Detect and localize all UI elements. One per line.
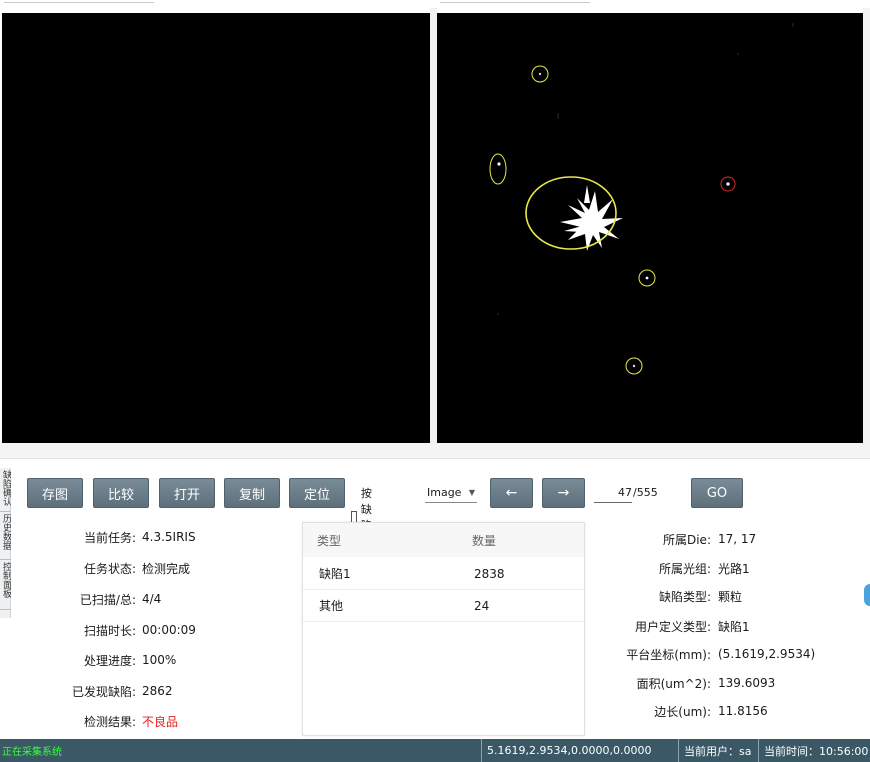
task-info-label: 已发现缺陷: <box>71 684 136 699</box>
detail-label: 所属Die: <box>662 532 711 547</box>
detail-label: 所属光组: <box>658 561 711 576</box>
viewer-bottom-strip <box>0 443 870 459</box>
go-button[interactable]: GO <box>691 478 743 508</box>
detail-row: 面积(um^2): 139.6093 <box>585 673 865 693</box>
table-row[interactable]: 缺陷1 2838 <box>303 558 584 590</box>
task-info-row: 已扫描/总: 4/4 <box>10 589 300 609</box>
task-info-label: 处理进度: <box>83 653 136 668</box>
task-info-label: 检测结果: <box>83 714 136 729</box>
defect-image-canvas <box>437 13 863 443</box>
task-info-value: 检测完成 <box>142 561 191 576</box>
table-row[interactable]: 其他 24 <box>303 590 584 622</box>
table-cell-type: 缺陷1 <box>319 567 351 581</box>
column-header-type[interactable]: 类型 <box>317 523 341 557</box>
task-info-row: 已发现缺陷: 2862 <box>10 681 300 701</box>
viewer-right-edge <box>863 8 870 448</box>
task-info-label: 任务状态: <box>83 561 136 576</box>
detail-row: 用户定义类型: 缺陷1 <box>585 616 865 636</box>
detail-row: 边长(um): 11.8156 <box>585 701 865 721</box>
chevron-down-icon: ▼ <box>468 488 475 497</box>
app-window: 缺陷确认 历史数据 控制面板 存图 比较 打开 复制 定位 按缺陷图 Image… <box>0 0 870 762</box>
detail-label: 面积(um^2): <box>636 676 711 691</box>
table-cell-count: 2838 <box>474 566 505 581</box>
detail-value: 139.6093 <box>718 676 776 690</box>
compare-button[interactable]: 比较 <box>93 478 149 508</box>
save-image-button[interactable]: 存图 <box>27 478 83 508</box>
image-mode-value: Image <box>427 486 462 499</box>
reference-image-viewer[interactable] <box>2 13 430 443</box>
detail-label: 边长(um): <box>654 704 711 719</box>
task-info-value: 00:00:09 <box>142 623 196 637</box>
image-mode-select[interactable]: Image ▼ <box>425 483 477 503</box>
coordinate-readout: 5.1619,2.9534,0.0000,0.0000 <box>487 744 652 757</box>
detail-value: 缺陷1 <box>718 619 750 634</box>
task-info-row: 处理进度: 100% <box>10 650 300 670</box>
detail-value: 17, 17 <box>718 532 757 546</box>
detail-label: 缺陷类型: <box>658 589 711 604</box>
task-info-row: 检测结果: 不良品 <box>10 711 300 731</box>
column-header-count[interactable]: 数量 <box>472 523 496 557</box>
prev-defect-button[interactable]: ← <box>490 478 533 508</box>
task-info-label: 当前任务: <box>83 530 136 545</box>
copy-button[interactable]: 复制 <box>224 478 280 508</box>
task-info-label: 已扫描/总: <box>79 592 136 607</box>
page-total-label: /555 <box>633 486 658 499</box>
detail-label: 平台坐标(mm): <box>626 647 711 662</box>
task-info-value: 100% <box>142 653 177 667</box>
detail-value: 11.8156 <box>718 704 768 718</box>
task-info-row: 扫描时长: 00:00:09 <box>10 620 300 640</box>
task-info-value: 4.3.5IRIS <box>142 530 196 544</box>
defect-type-table: 类型 数量 缺陷1 2838 其他 24 <box>302 522 585 736</box>
task-info-label: 扫描时长: <box>83 623 136 638</box>
detail-value: 光路1 <box>718 561 750 576</box>
table-cell-type: 其他 <box>319 599 344 613</box>
status-separator <box>758 739 759 762</box>
task-info-row: 当前任务: 4.3.5IRIS <box>10 527 300 547</box>
tab-defect-confirm[interactable]: 缺陷确认 <box>0 468 11 512</box>
status-bar: 正在采集系统 5.1619,2.9534,0.0000,0.0000 当前用户：… <box>0 739 870 762</box>
page-number-input[interactable]: 47 <box>594 483 632 503</box>
system-status-text: 正在采集系统 <box>2 747 62 758</box>
task-info-row: 任务状态: 检测完成 <box>10 558 300 578</box>
scroll-handle[interactable] <box>864 584 870 606</box>
inspection-result-value: 不良品 <box>142 714 179 729</box>
detail-label: 用户定义类型: <box>634 619 711 634</box>
viewer-splitter[interactable] <box>430 8 437 448</box>
status-separator <box>678 739 679 762</box>
current-time-label: 当前时间：10:56:00 <box>764 744 869 758</box>
task-info-value: 2862 <box>142 684 173 698</box>
detail-row: 平台坐标(mm): (5.1619,2.9534) <box>585 644 865 664</box>
detail-row: 所属光组: 光路1 <box>585 558 865 578</box>
status-separator <box>481 739 482 762</box>
detail-value: (5.1619,2.9534) <box>718 647 816 661</box>
table-header: 类型 数量 <box>303 523 584 557</box>
locate-button[interactable]: 定位 <box>289 478 345 508</box>
table-cell-count: 24 <box>474 598 490 613</box>
detail-row: 缺陷类型: 颗粒 <box>585 586 865 606</box>
task-info-value: 4/4 <box>142 592 162 606</box>
detail-row: 所属Die: 17, 17 <box>585 529 865 549</box>
defect-image-viewer[interactable] <box>437 13 863 443</box>
next-defect-button[interactable]: → <box>542 478 585 508</box>
top-border <box>0 0 870 6</box>
detail-value: 颗粒 <box>718 589 743 604</box>
open-button[interactable]: 打开 <box>159 478 215 508</box>
current-user-label: 当前用户：sa <box>684 744 752 758</box>
